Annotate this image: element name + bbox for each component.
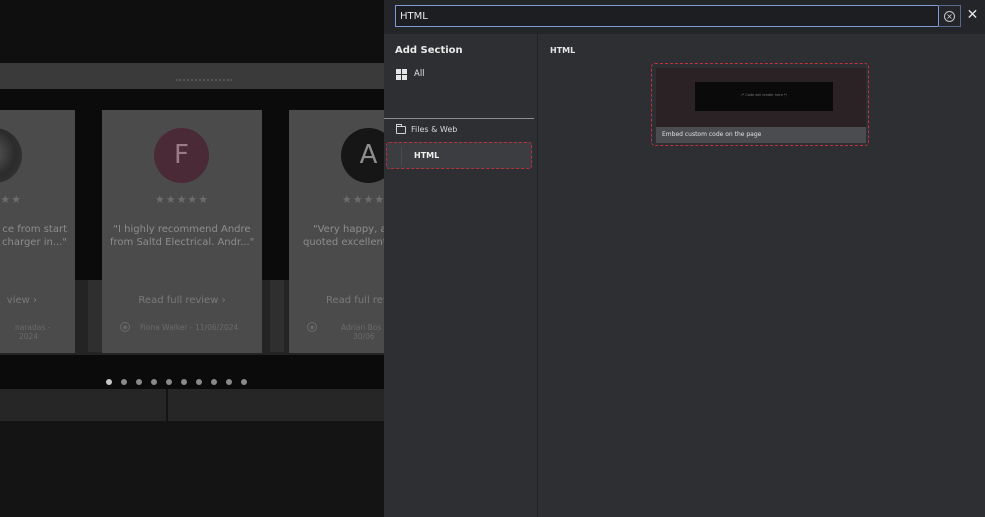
user-icon: ◉	[120, 322, 130, 332]
screen: ★★★★★ ce from start y charger in..." vie…	[0, 0, 985, 517]
read-full-review-link[interactable]: Read full rev	[289, 295, 384, 306]
carousel-dot[interactable]	[196, 379, 202, 385]
preview-caption: Embed custom code on the page	[656, 127, 866, 143]
review-date: 30/06	[353, 332, 375, 341]
preview-thumbnail: /* Code will render here */	[656, 68, 866, 127]
review-author: Fiona Walker - 11/06/2024	[140, 323, 239, 332]
clear-circle-icon: ×	[944, 11, 955, 22]
carousel-dot[interactable]	[136, 379, 142, 385]
review-quote-line: ce from start	[2, 224, 67, 235]
html-section-preview-card[interactable]: /* Code will render here */ Embed custom…	[651, 63, 869, 146]
section-category-sidebar: Add Section All Files & Web HTML	[384, 34, 538, 517]
add-section-panel: Add Section All Files & Web HTML HTML /*…	[384, 34, 985, 517]
review-card[interactable]: F ★★★★★ "I highly recommend Andre from S…	[102, 110, 262, 353]
reviewer-avatar	[0, 128, 22, 183]
sidebar-title: Add Section	[395, 45, 463, 56]
review-quote-line: quoted excellent t	[303, 237, 384, 248]
review-quote-line: from Saltd Electrical. Andr..."	[110, 237, 255, 248]
carousel-dot[interactable]	[241, 379, 247, 385]
sidebar-item-html[interactable]: HTML	[386, 142, 532, 169]
clear-search-button[interactable]: ×	[938, 5, 961, 27]
review-quote-line: "I highly recommend Andre	[113, 224, 251, 235]
review-quote: "I highly recommend Andre from Saltd Ele…	[110, 223, 254, 249]
read-full-review-link[interactable]: view ›	[0, 295, 75, 306]
site-footer-dimmed	[0, 389, 384, 517]
folder-icon	[396, 124, 406, 134]
search-input[interactable]	[400, 8, 920, 25]
close-icon[interactable]: ✕	[966, 8, 979, 23]
code-placeholder-text: /* Code will render here */	[741, 93, 787, 97]
section-results: HTML /* Code will render here */ Embed c…	[539, 34, 985, 517]
carousel-dot[interactable]	[121, 379, 127, 385]
review-quote-line: "Very happy, and	[313, 224, 384, 235]
carousel-dot[interactable]	[166, 379, 172, 385]
item-indent-line	[401, 147, 402, 165]
review-quote: ce from start y charger in..."	[0, 223, 67, 249]
site-preview-dimmed: ★★★★★ ce from start y charger in..." vie…	[0, 0, 384, 517]
search-field[interactable]	[395, 5, 939, 27]
carousel-dot[interactable]	[181, 379, 187, 385]
review-quote-line: y charger in..."	[0, 237, 67, 248]
grid-icon	[396, 69, 407, 80]
footer-strip	[0, 389, 166, 421]
carousel-dots	[106, 379, 247, 389]
site-section-bar	[0, 63, 384, 89]
review-author: naradas -	[15, 323, 51, 332]
floor-pillar	[270, 280, 284, 352]
footer-strip	[168, 389, 384, 421]
carousel-dot[interactable]	[226, 379, 232, 385]
star-rating: ★★★★★	[0, 193, 23, 206]
read-full-review-link[interactable]: Read full review ›	[102, 295, 262, 306]
carousel-dot[interactable]	[106, 379, 112, 385]
star-rating: ★★★★★	[154, 193, 210, 206]
results-title: HTML	[550, 46, 576, 55]
review-date: 2024	[19, 332, 39, 341]
user-icon: ◉	[307, 322, 317, 332]
section-search-bar	[384, 0, 985, 34]
review-card[interactable]: A ★★★★★ "Very happy, and quoted excellen…	[289, 110, 384, 353]
review-author: Adrian Bos	[341, 323, 382, 332]
site-header-dimmed	[0, 0, 384, 63]
carousel-dot[interactable]	[151, 379, 157, 385]
reviewer-avatar: A	[341, 128, 384, 183]
review-quote: "Very happy, and quoted excellent t	[303, 223, 384, 249]
site-section-rule	[176, 79, 232, 83]
floor-pillar	[88, 280, 102, 352]
preview-caption-text: Embed custom code on the page	[662, 131, 762, 138]
star-rating: ★★★★★	[341, 193, 384, 206]
review-card[interactable]: ★★★★★ ce from start y charger in..." vie…	[0, 110, 75, 353]
sidebar-item-label: HTML	[414, 151, 440, 160]
sidebar-item-label: All	[414, 69, 425, 79]
carousel-dot[interactable]	[211, 379, 217, 385]
sidebar-divider	[384, 118, 534, 119]
code-block-preview: /* Code will render here */	[695, 82, 833, 111]
sidebar-category-label: Files & Web	[411, 125, 458, 134]
reviewer-avatar: F	[154, 128, 209, 183]
